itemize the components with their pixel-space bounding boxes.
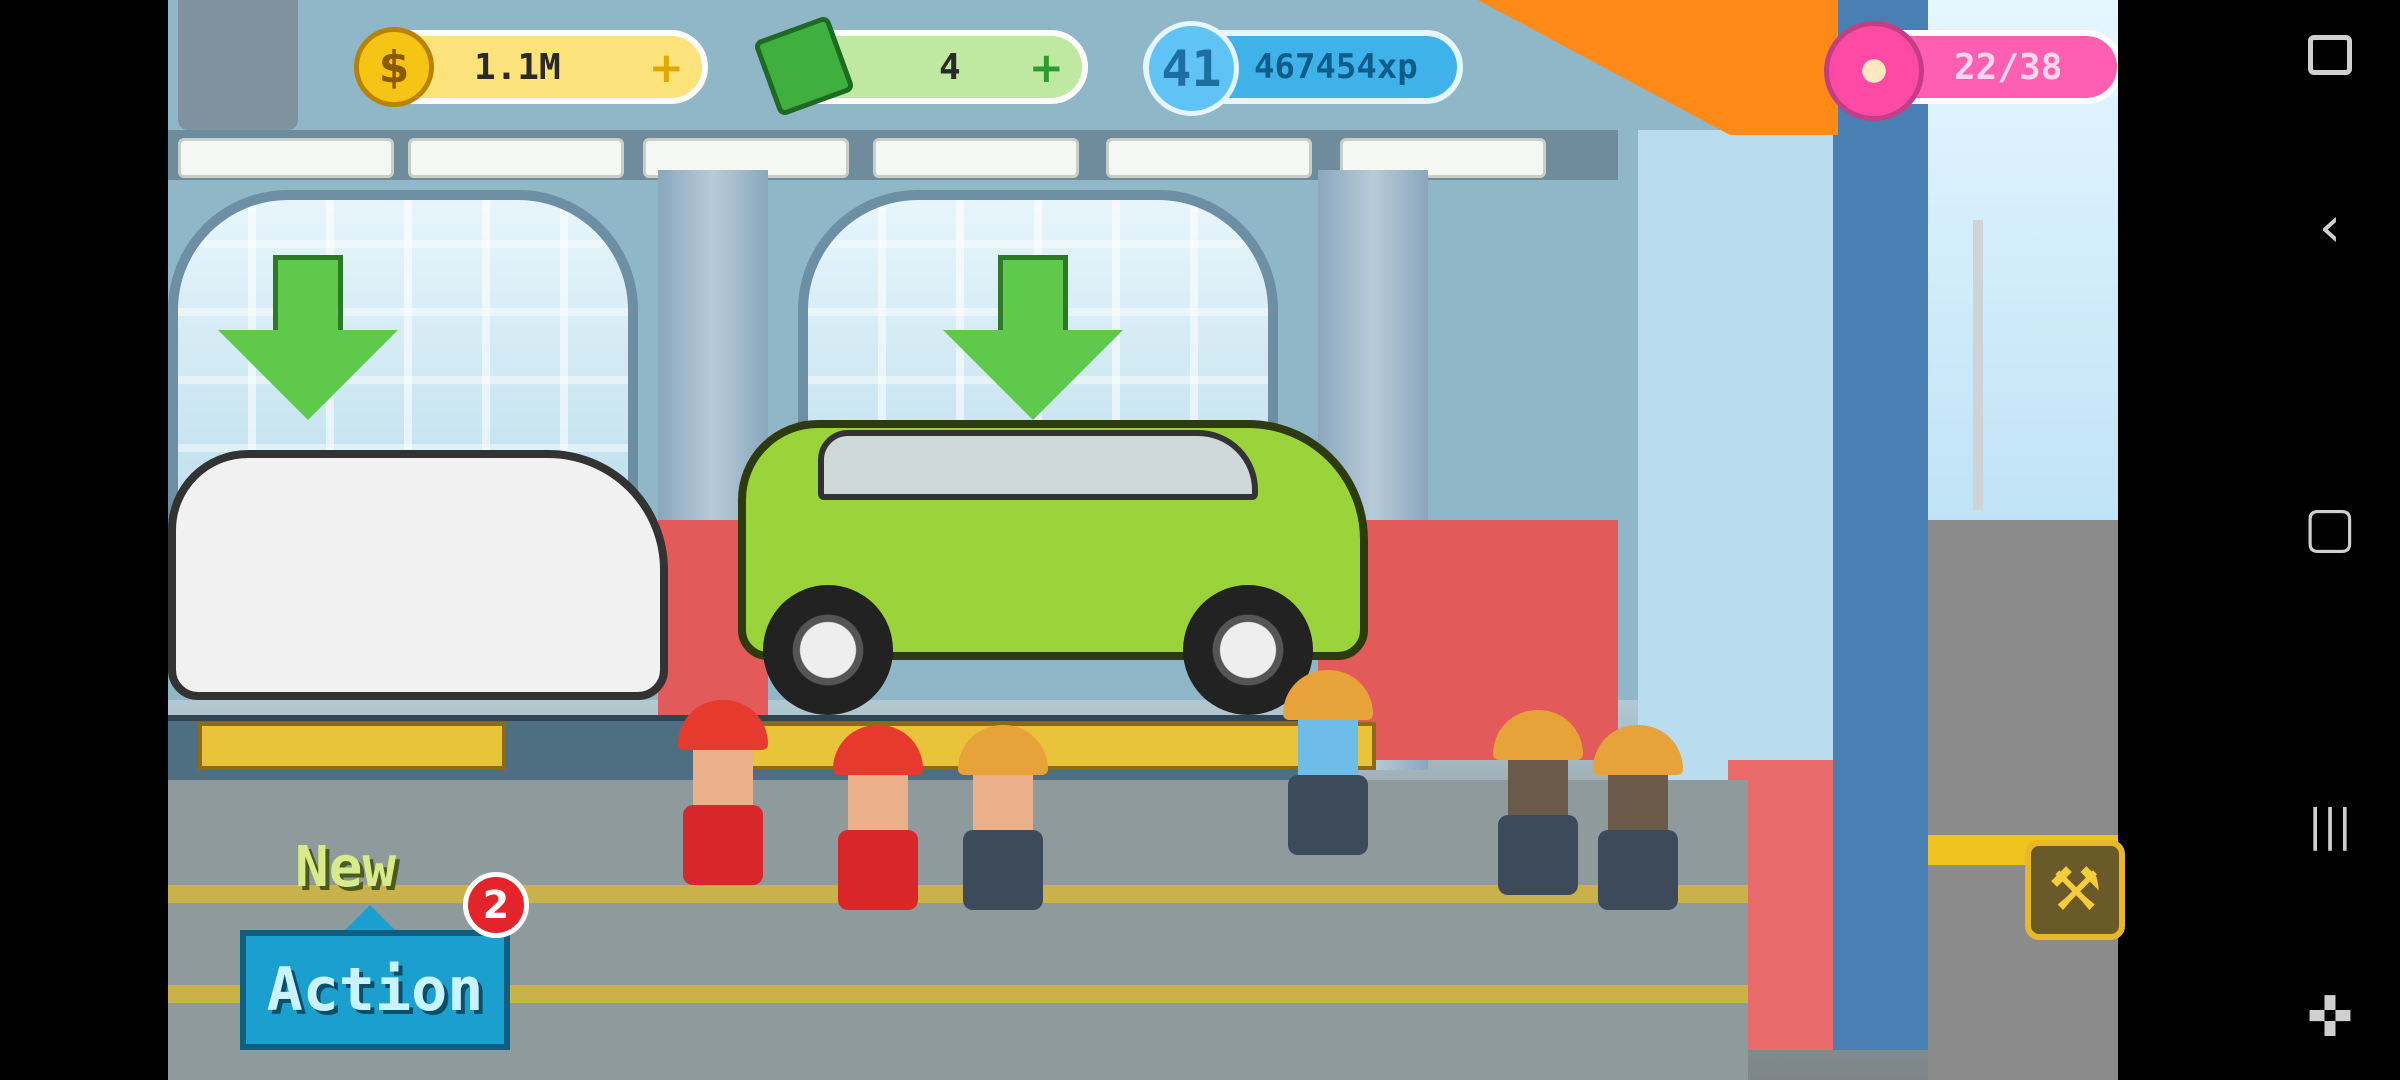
donut-value: 22/38: [1954, 46, 2063, 88]
wrench-button[interactable]: ⚒: [2025, 840, 2125, 940]
worker-blue[interactable]: [1283, 670, 1373, 870]
action-button[interactable]: Action: [240, 930, 510, 1050]
add-cash-button[interactable]: +: [1029, 43, 1064, 92]
down-arrow-icon[interactable]: [943, 255, 1123, 420]
player-avatar[interactable]: [178, 0, 298, 130]
outside-ground: [1928, 520, 2118, 1080]
screenshot-edit-icon[interactable]: [2290, 25, 2370, 95]
back-icon[interactable]: ‹: [2290, 195, 2370, 260]
level-badge: 41: [1144, 21, 1239, 116]
cash-value: 4: [939, 46, 961, 88]
xp-counter[interactable]: 41 467454xp: [1143, 21, 1463, 116]
ceiling-light: [1106, 138, 1312, 178]
down-arrow-icon[interactable]: [218, 255, 398, 420]
wrench-icon: ⚒: [2048, 855, 2102, 925]
new-label: New: [295, 835, 397, 900]
flag-pole: [1973, 220, 1983, 510]
worker-red[interactable]: [678, 700, 768, 900]
add-coins-button[interactable]: +: [649, 43, 684, 92]
cash-counter[interactable]: 4 +: [752, 14, 1088, 118]
game-viewport[interactable]: $ 1.1M + 4 + 41 467454xp 22/38: [168, 0, 2118, 1080]
gamepad-icon[interactable]: ✜: [2290, 985, 2370, 1050]
worker-red[interactable]: [833, 725, 923, 925]
ceiling-light: [873, 138, 1079, 178]
ceiling-light: [178, 138, 394, 178]
coin-icon: $: [354, 27, 434, 107]
donut-icon: [1824, 21, 1924, 121]
worker-blue[interactable]: [958, 725, 1048, 925]
action-button-label: Action: [266, 955, 484, 1025]
car-windows: [818, 430, 1258, 500]
recents-icon[interactable]: |||: [2290, 800, 2370, 851]
building-column: [1833, 0, 1928, 1050]
home-icon[interactable]: ▢: [2290, 495, 2370, 560]
action-count-badge: 2: [463, 872, 529, 938]
action-caret: [345, 905, 395, 930]
worker-blue[interactable]: [1593, 725, 1683, 925]
coins-value: 1.1M: [474, 46, 561, 88]
ceiling-light: [408, 138, 624, 178]
worker-blue[interactable]: [1493, 710, 1583, 910]
car-frame-wheel-arch: [478, 590, 608, 720]
conveyor-belt: [728, 722, 1376, 770]
xp-value: 467454xp: [1254, 47, 1418, 87]
level-value: 41: [1161, 39, 1222, 98]
donut-counter[interactable]: 22/38: [1824, 21, 2118, 121]
coins-counter[interactable]: $ 1.1M +: [354, 27, 708, 107]
car-wheel: [763, 585, 893, 715]
conveyor-belt: [198, 722, 506, 770]
